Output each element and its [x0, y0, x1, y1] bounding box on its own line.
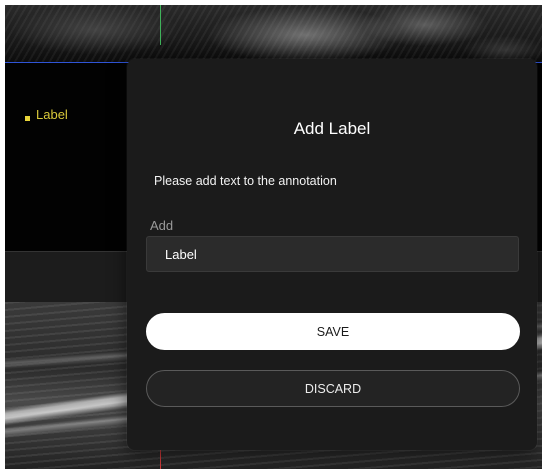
- dialog-title: Add Label: [293, 119, 371, 138]
- save-button[interactable]: SAVE: [146, 313, 520, 350]
- crosshair-vertical-top: [160, 5, 161, 45]
- add-label-dialog: Add Label Please add text to the annotat…: [127, 59, 537, 450]
- crosshair-vertical-bottom: [160, 450, 161, 469]
- annotation-point-icon: [25, 116, 30, 121]
- add-field-label: Add: [150, 218, 174, 233]
- label-text-input[interactable]: [146, 236, 519, 272]
- dialog-subtitle: Please add text to the annotation: [154, 174, 337, 188]
- ultrasound-image-top: [5, 5, 542, 62]
- annotation-marker[interactable]: Label: [25, 108, 68, 122]
- discard-button[interactable]: DISCARD: [146, 370, 520, 407]
- annotation-label-text: Label: [36, 107, 68, 122]
